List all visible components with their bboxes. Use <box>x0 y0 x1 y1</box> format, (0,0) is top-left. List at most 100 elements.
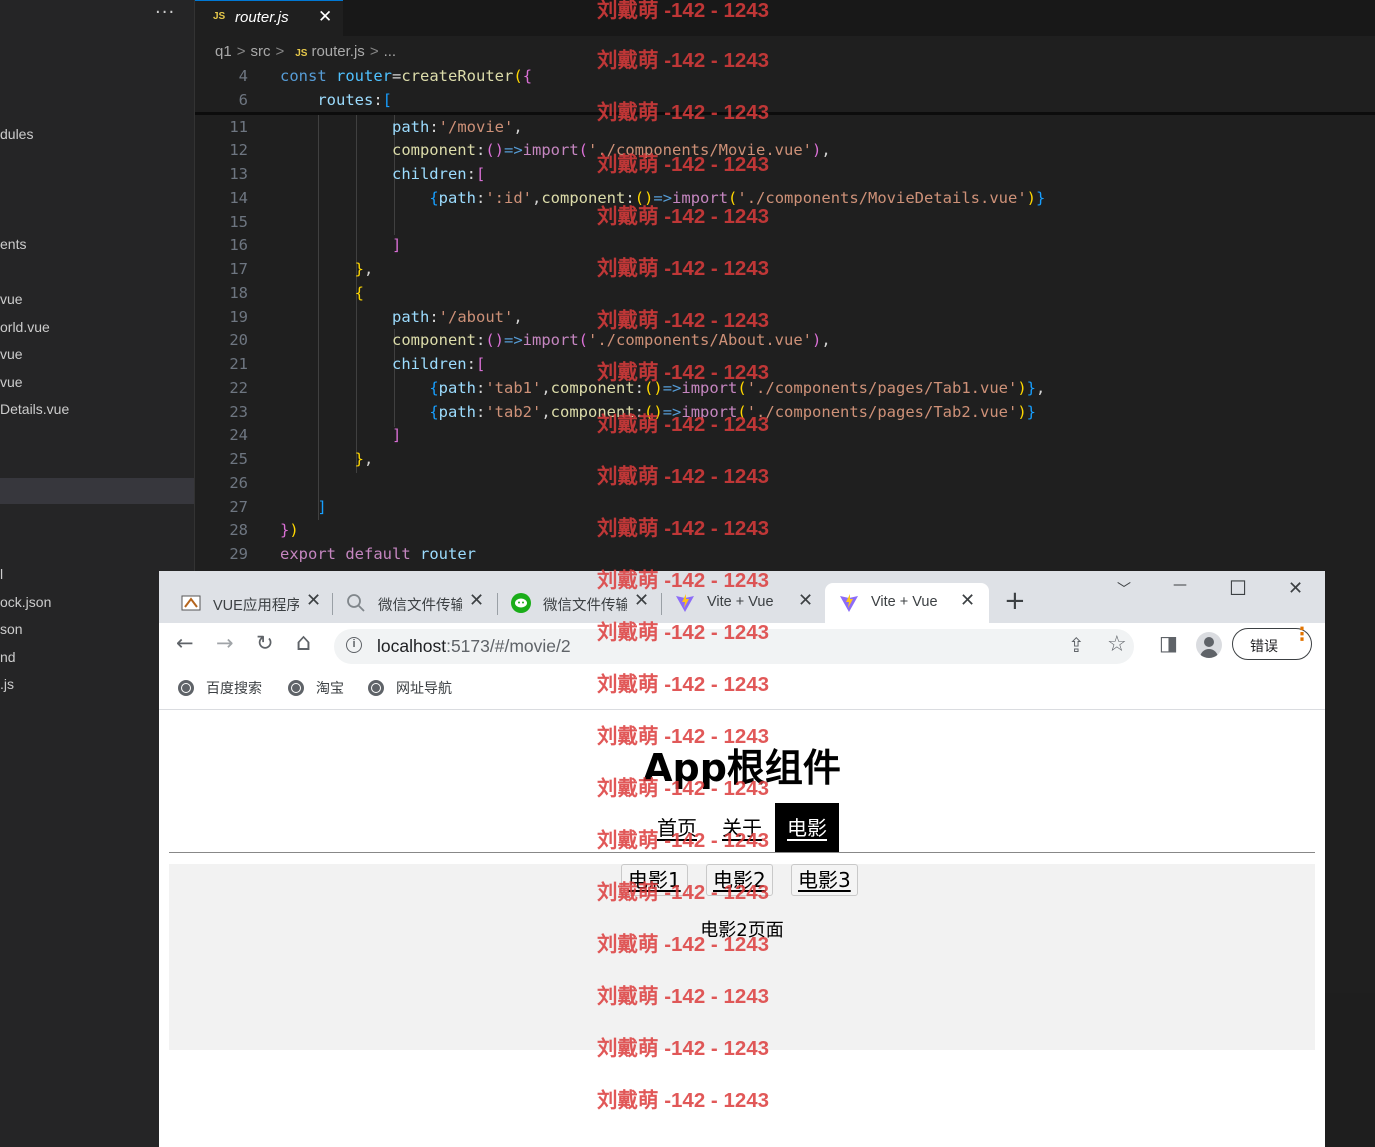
movie-2-button[interactable]: 电影2 <box>706 864 773 896</box>
explorer-item[interactable]: orld.vue <box>0 319 50 335</box>
tab-search-chevron-icon[interactable]: ﹀ <box>1117 579 1131 599</box>
more-actions-icon[interactable]: ··· <box>155 2 175 23</box>
js-file-icon: JS <box>213 11 226 22</box>
bookmark-nav-site[interactable]: 网址导航 <box>368 678 452 698</box>
home-icon[interactable]: ⌂ <box>296 630 311 654</box>
code-text: export default router <box>280 545 477 563</box>
menu-dots-icon[interactable]: ⋮ <box>1293 626 1311 644</box>
divider <box>169 852 1315 853</box>
app-nav: 首页 关于 电影 <box>159 803 1325 853</box>
url-text[interactable]: localhost:5173/#/movie/2 <box>377 636 571 657</box>
movie-3-button[interactable]: 电影3 <box>791 864 858 896</box>
line-number: 22 <box>229 379 248 397</box>
line-number: 13 <box>229 165 248 183</box>
minimize-icon[interactable]: — <box>1173 577 1187 593</box>
explorer-item[interactable]: son <box>0 621 23 637</box>
code-text: {path:'tab1',component:()=>import('./com… <box>429 379 1046 397</box>
browser-tab-wechat-search[interactable]: 微信文件传输 ✕ <box>332 583 494 623</box>
explorer-item[interactable]: vue <box>0 374 23 390</box>
bookmark-baidu[interactable]: 百度搜索 <box>178 678 262 698</box>
line-number: 11 <box>229 118 248 136</box>
browser-tab-wechat[interactable]: 微信文件传输 ✕ <box>497 583 661 623</box>
wechat-icon <box>511 593 531 613</box>
explorer-item[interactable]: dules <box>0 126 33 142</box>
reload-icon[interactable]: ↻ <box>256 633 274 654</box>
line-number: 12 <box>229 141 248 159</box>
profile-avatar-icon[interactable] <box>1196 632 1222 658</box>
vite-icon <box>676 594 694 612</box>
globe-icon <box>178 680 194 696</box>
code-text: path:'/movie', <box>391 118 523 136</box>
browser-tab-title: Vite + Vue <box>871 594 938 610</box>
url-path: :5173/#/movie/2 <box>446 636 571 656</box>
browser-tab-vite-vue-active[interactable]: Vite + Vue ✕ <box>825 583 989 623</box>
close-icon[interactable]: ✕ <box>306 590 321 611</box>
movie-1-button[interactable]: 电影1 <box>621 864 688 896</box>
explorer-item[interactable]: Details.vue <box>0 401 69 417</box>
code-text: { <box>354 284 364 302</box>
close-icon[interactable]: ✕ <box>960 590 975 611</box>
bookmark-label: 百度搜索 <box>206 680 262 696</box>
explorer-item[interactable]: nd <box>0 649 16 665</box>
explorer-item[interactable]: vue <box>0 291 23 307</box>
line-number: 15 <box>229 213 248 231</box>
window-close-icon[interactable]: ✕ <box>1288 578 1303 599</box>
line-number: 21 <box>229 355 248 373</box>
nav-link-home[interactable]: 首页 <box>657 803 697 853</box>
browser-toolbar: ← → ↻ ⌂ i localhost:5173/#/movie/2 ⇪ ☆ ◨… <box>159 623 1325 669</box>
nav-link-movie[interactable]: 电影 <box>775 803 839 853</box>
explorer-selected-row[interactable] <box>0 478 194 504</box>
globe-icon <box>368 680 384 696</box>
code-text: }, <box>354 260 374 278</box>
bookmark-taobao[interactable]: 淘宝 <box>288 678 344 698</box>
explorer-item[interactable]: l <box>0 566 3 582</box>
movie-detail-text: 电影2页面 <box>700 920 784 941</box>
line-number: 16 <box>229 236 248 254</box>
editor-tab-bar: JS router.js ✕ <box>195 0 1375 37</box>
editor-tab-router-js[interactable]: JS router.js ✕ <box>195 0 343 37</box>
error-button[interactable]: 错误 ⋮ <box>1232 626 1312 660</box>
site-info-icon[interactable]: i <box>346 637 362 653</box>
search-icon <box>347 594 365 612</box>
explorer-item[interactable]: ock.json <box>0 594 51 610</box>
close-icon[interactable]: ✕ <box>469 590 484 611</box>
browser-tab-title: VUE应用程序 <box>213 598 299 614</box>
line-number: 29 <box>229 545 248 563</box>
bookmark-star-icon[interactable]: ☆ <box>1107 634 1127 656</box>
url-host: localhost <box>377 636 447 656</box>
explorer-item[interactable]: vue <box>0 346 23 362</box>
new-tab-plus-icon[interactable]: + <box>1004 588 1026 614</box>
close-icon[interactable]: ✕ <box>634 590 649 611</box>
breadcrumb-file[interactable]: router.js <box>311 43 364 60</box>
side-panel-icon[interactable]: ◨ <box>1159 633 1178 653</box>
globe-icon <box>288 680 304 696</box>
browser-tab-vite-vue[interactable]: Vite + Vue ✕ <box>661 583 825 623</box>
movie-panel: 电影1 电影2 电影3 电影2页面 <box>169 864 1315 1050</box>
forward-arrow-icon[interactable]: → <box>216 633 234 654</box>
code-text: routes:[ <box>317 91 393 109</box>
editor-tab-label: router.js <box>235 9 289 26</box>
breadcrumb: q1 > src > JS router.js >... <box>215 43 396 60</box>
line-number: 14 <box>229 189 248 207</box>
address-bar[interactable]: i localhost:5173/#/movie/2 ⇪ ☆ <box>334 629 1134 664</box>
chevron-right-icon: > <box>369 43 379 60</box>
breadcrumb-folder[interactable]: q1 <box>215 43 232 60</box>
line-number: 28 <box>229 521 248 539</box>
error-button-label: 错误 <box>1250 638 1278 654</box>
line-number: 27 <box>229 498 248 516</box>
close-icon[interactable]: ✕ <box>318 7 332 27</box>
nav-link-about[interactable]: 关于 <box>722 803 762 853</box>
breadcrumb-symbol[interactable]: ... <box>384 43 397 60</box>
explorer-item[interactable]: ents <box>0 236 26 252</box>
explorer-item[interactable]: .js <box>0 676 14 692</box>
code-text: ] <box>391 426 402 444</box>
browser-tab-vue-app[interactable]: VUE应用程序 ✕ <box>167 583 329 623</box>
breadcrumb-folder[interactable]: src <box>250 43 270 60</box>
close-icon[interactable]: ✕ <box>798 590 813 611</box>
line-number: 24 <box>229 426 248 444</box>
code-text: {path:':id',component:()=>import('./comp… <box>429 189 1046 207</box>
bookmark-label: 网址导航 <box>396 680 452 696</box>
back-arrow-icon[interactable]: ← <box>176 633 194 654</box>
maximize-icon[interactable]: ☐ <box>1229 576 1247 600</box>
share-icon[interactable]: ⇪ <box>1068 635 1085 655</box>
